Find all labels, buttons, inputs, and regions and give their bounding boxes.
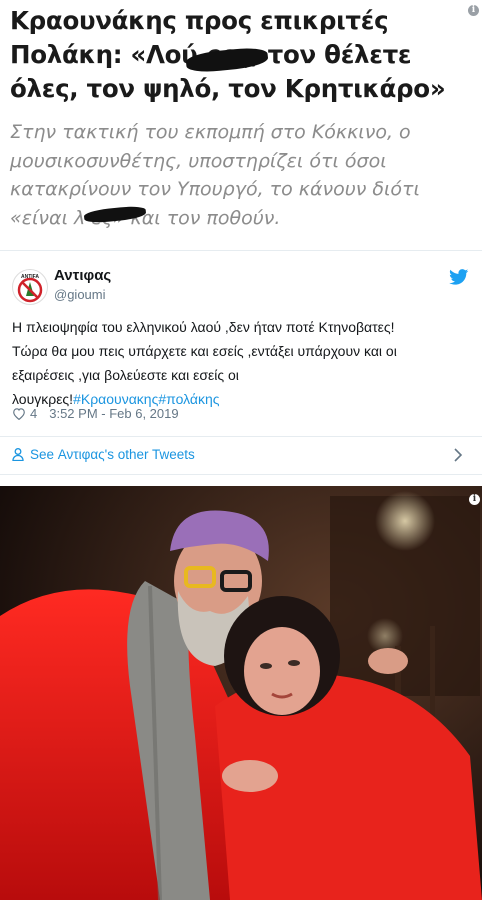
info-icon[interactable]: i	[468, 5, 479, 16]
article-card: Κραουνάκης προς επικριτές Πολάκη: «Λού ρ…	[0, 0, 482, 250]
couple-photo	[0, 486, 482, 900]
chevron-right-icon[interactable]	[453, 448, 463, 462]
hashtag-link[interactable]: #πολάκης	[158, 391, 219, 407]
heart-icon[interactable]	[12, 407, 26, 420]
twitter-bird-icon[interactable]	[449, 269, 469, 285]
tweet-timestamp[interactable]: 3:52 PM - Feb 6, 2019	[49, 406, 178, 421]
article-subhead: Στην τακτική του εκπομπή στο Κόκκινο, ο …	[10, 118, 480, 232]
person-icon	[12, 448, 24, 461]
tweet-text: Η πλειοψηφία του ελληνικού λαού ,δεν ήτα…	[12, 315, 474, 411]
embedded-tweet: ANTIFA Αντιφας @gioumi Η πλειοψηφία του …	[0, 250, 482, 475]
subhead-line: Στην τακτική του εκπομπή στο Κόκκινο, ο	[10, 121, 411, 143]
tweet-text-line: Η πλειοψηφία του ελληνικού λαού ,δεν ήτα…	[12, 319, 395, 335]
photo-image[interactable]: i	[0, 486, 482, 900]
subhead-line: κατακρίνουν τον Υπουργό, το κάνουν διότι	[10, 178, 420, 200]
tweet-text-line: Τώρα θα μου πεις υπάρχετε και εσείς ,εντ…	[12, 343, 397, 359]
antifa-avatar-icon: ANTIFA	[17, 274, 43, 303]
info-icon[interactable]: i	[469, 494, 480, 505]
divider	[0, 436, 482, 437]
see-other-tweets-label: See Αντιφας's other Tweets	[30, 447, 195, 462]
hashtag-link[interactable]: #Κραουνακης	[73, 391, 158, 407]
tweet-text-fragment: λουγκρες!	[12, 391, 74, 407]
avatar[interactable]: ANTIFA	[12, 269, 48, 305]
see-other-tweets-link[interactable]: See Αντιφας's other Tweets	[12, 447, 195, 462]
tweet-text-line: εξαιρέσεις ,για βολεύεστε και εσείς οι	[12, 367, 239, 383]
author-handle[interactable]: @gioumi	[54, 287, 106, 302]
like-count[interactable]: 4	[30, 406, 37, 421]
tweet-meta: 4 3:52 PM - Feb 6, 2019	[12, 406, 179, 421]
subhead-line: «είναι λ ες» και τον ποθούν.	[10, 206, 281, 229]
subhead-line: μουσικοσυνθέτης, υποστηρίζει ότι όσοι	[10, 149, 387, 172]
headline-line: όλες, τον ψηλό, τον Κρητικάρο»	[10, 74, 446, 103]
author-name[interactable]: Αντιφας	[54, 267, 111, 284]
divider	[0, 474, 482, 475]
headline-line: Κραουνάκης προς επικριτές	[10, 6, 389, 35]
